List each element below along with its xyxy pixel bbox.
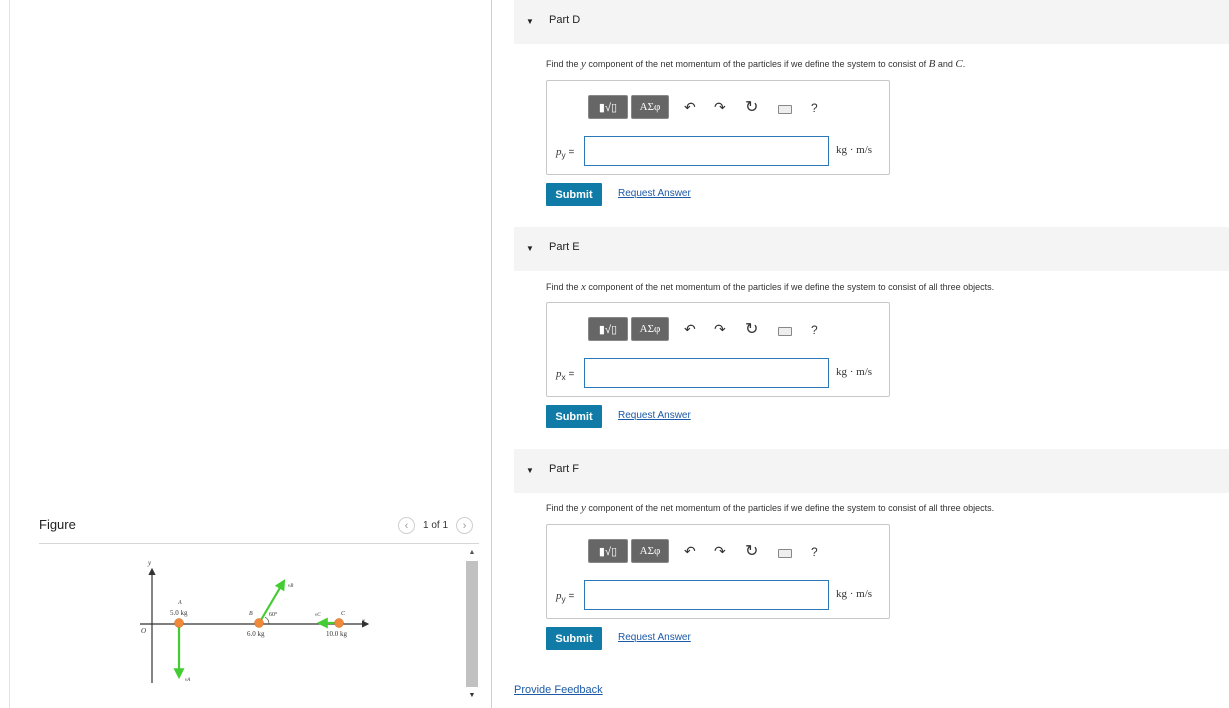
answer-variable-label: py = — [556, 590, 575, 604]
particle-a — [174, 618, 184, 628]
particle-c — [334, 618, 344, 628]
particle-c-mass: 10.0 kg — [326, 630, 348, 638]
figure-divider — [39, 543, 479, 544]
particle-b-mass: 6.0 kg — [247, 630, 265, 638]
part-d-header[interactable]: ▼ Part D — [514, 0, 1229, 44]
greek-symbols-button[interactable]: ΑΣφ — [631, 539, 669, 563]
keyboard-icon[interactable] — [778, 549, 792, 558]
provide-feedback-link[interactable]: Provide Feedback — [514, 684, 603, 696]
velocity-b-label: vB — [288, 584, 293, 589]
reset-icon[interactable]: ↻ — [745, 319, 758, 339]
answer-variable-label: px = — [556, 368, 575, 382]
part-title: Part D — [549, 14, 581, 26]
reset-icon[interactable]: ↻ — [745, 541, 758, 561]
submit-button[interactable]: Submit — [546, 627, 602, 650]
particle-b — [254, 618, 264, 628]
help-button[interactable]: ? — [811, 101, 818, 115]
scroll-up-arrow-icon[interactable]: ▲ — [465, 547, 479, 559]
answer-unit: kg · m/s — [836, 366, 873, 378]
figure-page-count: 1 of 1 — [423, 520, 449, 531]
scroll-thumb[interactable] — [466, 561, 478, 687]
momentum-figure: y x O A 5.0 kg vA B 6.0 kg 60° vB C 10.0… — [140, 559, 370, 683]
submit-button[interactable]: Submit — [546, 405, 602, 428]
part-d-question: Find the y component of the net momentum… — [546, 58, 966, 70]
particle-a-mass: 5.0 kg — [170, 609, 188, 617]
help-button[interactable]: ? — [811, 545, 818, 559]
answer-input[interactable] — [584, 136, 829, 166]
part-f-answer-box: ▮√▯ ΑΣφ ↶ ↷ ↻ ? py = kg · m/s — [546, 524, 890, 619]
y-axis-label: y — [147, 559, 152, 567]
part-title: Part F — [549, 463, 579, 475]
part-f-question: Find the y component of the net momentum… — [546, 502, 995, 514]
angle-arc — [264, 616, 270, 625]
keyboard-icon[interactable] — [778, 327, 792, 336]
request-answer-link[interactable]: Request Answer — [618, 632, 691, 643]
redo-icon[interactable]: ↷ — [714, 543, 726, 560]
particle-a-name: A — [177, 600, 182, 606]
scroll-down-arrow-icon[interactable]: ▼ — [465, 690, 479, 702]
greek-symbols-button[interactable]: ΑΣφ — [631, 317, 669, 341]
angle-label: 60° — [269, 611, 278, 618]
keyboard-icon[interactable] — [778, 105, 792, 114]
particle-c-name: C — [341, 611, 346, 617]
answer-input[interactable] — [584, 580, 829, 610]
part-d-answer-box: ▮√▯ ΑΣφ ↶ ↷ ↻ ? py = kg · m/s — [546, 80, 890, 175]
answer-input[interactable] — [584, 358, 829, 388]
answer-variable-label: py = — [556, 146, 575, 160]
collapse-triangle-icon[interactable]: ▼ — [526, 17, 534, 26]
templates-button[interactable]: ▮√▯ — [588, 95, 628, 119]
part-f-header[interactable]: ▼ Part F — [514, 449, 1229, 493]
submit-button[interactable]: Submit — [546, 183, 602, 206]
answer-unit: kg · m/s — [836, 144, 873, 156]
request-answer-link[interactable]: Request Answer — [618, 410, 691, 421]
particle-b-name: B — [249, 611, 253, 617]
request-answer-link[interactable]: Request Answer — [618, 188, 691, 199]
templates-button[interactable]: ▮√▯ — [588, 539, 628, 563]
prev-figure-button[interactable]: ‹ — [398, 517, 415, 534]
greek-symbols-button[interactable]: ΑΣφ — [631, 95, 669, 119]
figure-scrollbar[interactable]: ▲ ▼ — [465, 547, 479, 702]
undo-icon[interactable]: ↶ — [684, 99, 696, 116]
velocity-c-label: vC — [315, 613, 321, 618]
undo-icon[interactable]: ↶ — [684, 543, 696, 560]
undo-icon[interactable]: ↶ — [684, 321, 696, 338]
part-title: Part E — [549, 241, 580, 253]
templates-button[interactable]: ▮√▯ — [588, 317, 628, 341]
reset-icon[interactable]: ↻ — [745, 97, 758, 117]
figure-pager: ‹ 1 of 1 › — [398, 517, 474, 534]
redo-icon[interactable]: ↷ — [714, 99, 726, 116]
panel-border — [9, 0, 10, 708]
figure-panel: Figure ‹ 1 of 1 › y x O A 5.0 kg vA B 6.… — [0, 0, 492, 708]
answer-unit: kg · m/s — [836, 588, 873, 600]
velocity-a-label: vA — [185, 678, 191, 683]
part-e-answer-box: ▮√▯ ΑΣφ ↶ ↷ ↻ ? px = kg · m/s — [546, 302, 890, 397]
redo-icon[interactable]: ↷ — [714, 321, 726, 338]
origin-label: O — [141, 627, 146, 635]
collapse-triangle-icon[interactable]: ▼ — [526, 244, 534, 253]
part-e-question: Find the x component of the net momentum… — [546, 281, 995, 293]
panel-divider — [491, 0, 492, 708]
figure-title: Figure — [39, 517, 76, 532]
part-e-header[interactable]: ▼ Part E — [514, 227, 1229, 271]
help-button[interactable]: ? — [811, 323, 818, 337]
next-figure-button[interactable]: › — [456, 517, 474, 534]
collapse-triangle-icon[interactable]: ▼ — [526, 466, 534, 475]
